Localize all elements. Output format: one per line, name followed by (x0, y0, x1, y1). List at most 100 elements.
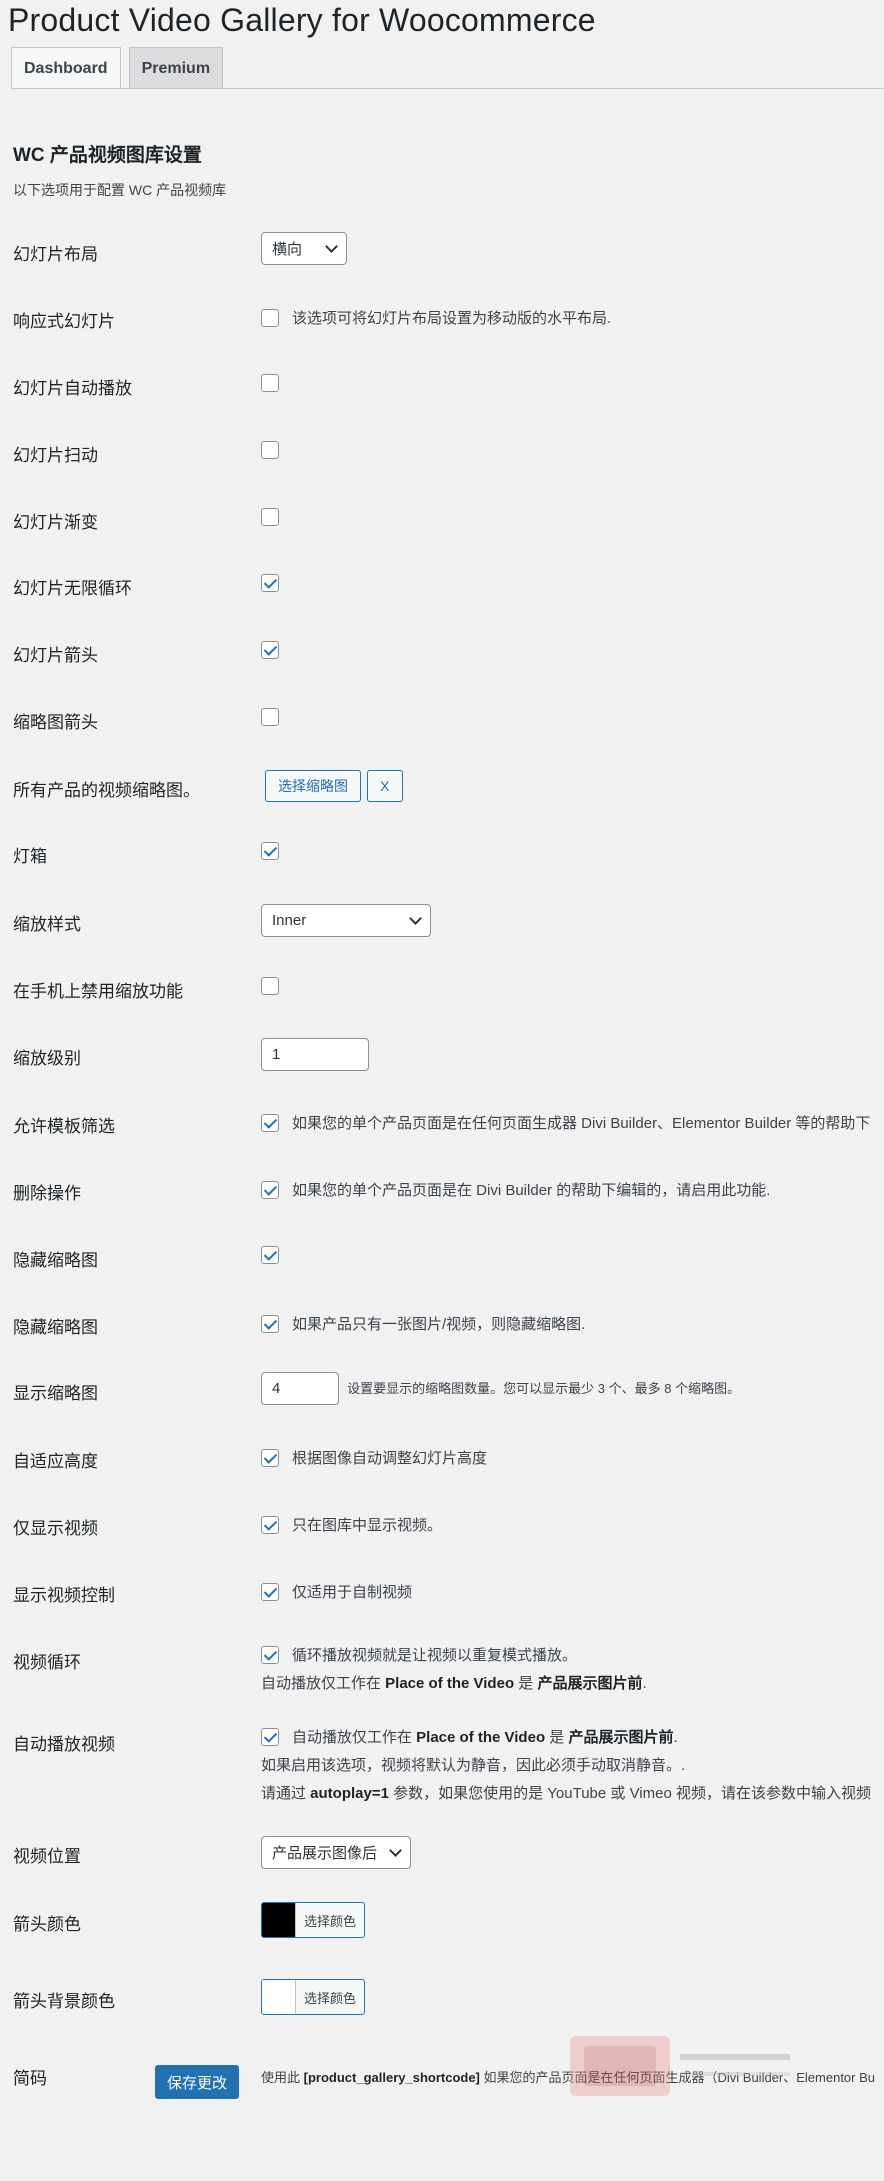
label-template-filter: 允许模板筛选 (13, 1117, 115, 1136)
note-text: 请通过 (261, 1785, 311, 1802)
chevron-down-icon (325, 239, 338, 253)
template-filter-checkbox[interactable] (261, 1113, 279, 1132)
desc-bold: 产品展示图片前 (568, 1729, 674, 1746)
label-remove-action: 删除操作 (13, 1184, 81, 1203)
label-slider-layout: 幻灯片布局 (13, 245, 98, 264)
label-video-loop: 视频循环 (13, 1653, 81, 1672)
note-text: 是 (514, 1675, 538, 1692)
note-text: 自动播放仅工作在 (261, 1675, 386, 1692)
label-thumb-arrows: 缩略图箭头 (13, 713, 98, 732)
desc-bold: Place of the Video (416, 1729, 546, 1746)
video-autoplay-checkbox[interactable] (261, 1727, 279, 1746)
label-responsive-slider: 响应式幻灯片 (13, 312, 115, 331)
video-loop-desc: 循环播放视频就是让视频以重复模式播放。 (292, 1647, 578, 1664)
label-slider-swipe: 幻灯片扫动 (13, 446, 98, 465)
slider-fade-checkbox[interactable] (261, 508, 279, 527)
note-bold: Place of the Video (385, 1675, 515, 1692)
tab-dashboard[interactable]: Dashboard (11, 47, 121, 89)
zoom-style-select[interactable]: Inner (261, 904, 431, 937)
arrow-color-button[interactable]: 选择颜色 (261, 1902, 366, 1938)
watermark-logo (570, 2036, 790, 2096)
responsive-slider-desc: 该选项可将幻灯片布局设置为移动版的水平布局. (292, 310, 612, 327)
chevron-down-icon (409, 911, 422, 925)
shortcode-text: 使用此 (261, 2070, 304, 2085)
video-only-checkbox[interactable] (261, 1515, 279, 1534)
label-video-thumbnail: 所有产品的视频缩略图。 (13, 781, 200, 800)
thumb-arrows-checkbox[interactable] (261, 708, 279, 727)
desc-text: 是 (545, 1729, 569, 1746)
clear-thumbnail-button[interactable]: X (367, 770, 403, 802)
lightbox-checkbox[interactable] (261, 842, 279, 861)
slider-autoplay-checkbox[interactable] (261, 374, 279, 393)
label-arrow-bg-color: 箭头背景颜色 (13, 1992, 115, 2011)
arrow-bg-color-swatch (262, 1980, 296, 2014)
slider-infinite-checkbox[interactable] (261, 574, 279, 593)
remove-action-desc: 如果您的单个产品页面是在 Divi Builder 的帮助下编辑的，请启用此功能… (292, 1182, 771, 1199)
slider-layout-value: 横向 (272, 241, 303, 258)
choose-thumbnail-button[interactable]: 选择缩略图 (265, 770, 361, 802)
zoom-style-value: Inner (272, 912, 307, 929)
label-show-thumbs: 显示缩略图 (13, 1384, 98, 1403)
slider-swipe-checkbox[interactable] (261, 441, 279, 460)
video-loop-checkbox[interactable] (261, 1645, 279, 1664)
hide-thumbs-single-desc: 如果产品只有一张图片/视频，则隐藏缩略图. (292, 1316, 586, 1333)
page-title: Product Video Gallery for Woocommerce (8, 2, 596, 38)
adaptive-height-checkbox[interactable] (261, 1448, 279, 1467)
arrow-color-label: 选择颜色 (304, 1913, 357, 1929)
video-position-select[interactable]: 产品展示图像后 (261, 1836, 411, 1869)
label-slider-arrows: 幻灯片箭头 (13, 646, 98, 665)
desc-text: . (673, 1729, 678, 1746)
video-loop-note: 自动播放仅工作在 Place of the Video 是 产品展示图片前. (261, 1672, 647, 1693)
arrow-bg-color-button[interactable]: 选择颜色 (261, 1979, 366, 2015)
template-filter-desc: 如果您的单个产品页面是在任何页面生成器 Divi Builder、Element… (292, 1115, 871, 1132)
shortcode-code: [product_gallery_shortcode] (303, 2070, 480, 2085)
label-video-only: 仅显示视频 (13, 1519, 98, 1538)
label-video-autoplay: 自动播放视频 (13, 1735, 115, 1754)
label-video-position: 视频位置 (13, 1847, 81, 1866)
adaptive-height-desc: 根据图像自动调整幻灯片高度 (292, 1450, 488, 1467)
label-slider-autoplay: 幻灯片自动播放 (13, 379, 132, 398)
note-text: . (642, 1675, 647, 1692)
zoom-level-input[interactable]: 1 (261, 1038, 369, 1071)
note-text: 参数，如果您使用的是 YouTube 或 Vimeo 视频，请在该参数中输入视频 (388, 1785, 871, 1802)
label-shortcode: 简码 (13, 2069, 47, 2088)
tabs-divider (11, 88, 884, 89)
disable-zoom-mobile-checkbox[interactable] (261, 977, 279, 996)
show-thumbs-input[interactable]: 4 (261, 1372, 339, 1405)
label-lightbox: 灯箱 (13, 847, 47, 866)
section-title: WC 产品视频图库设置 (13, 145, 202, 166)
arrow-bg-color-label: 选择颜色 (304, 1990, 357, 2006)
video-only-desc: 只在图库中显示视频。 (292, 1517, 443, 1534)
video-controls-checkbox[interactable] (261, 1582, 279, 1601)
hide-thumbs-checkbox[interactable] (261, 1246, 279, 1265)
video-autoplay-param-note: 请通过 autoplay=1 参数，如果您使用的是 YouTube 或 Vime… (261, 1782, 871, 1803)
hide-thumbs-single-checkbox[interactable] (261, 1314, 279, 1333)
chevron-down-icon (389, 1843, 402, 1857)
responsive-slider-checkbox[interactable] (261, 308, 279, 327)
slider-layout-select[interactable]: 横向 (261, 232, 347, 265)
label-adaptive-height: 自适应高度 (13, 1452, 98, 1471)
note-bold: 产品展示图片前 (537, 1675, 643, 1692)
save-changes-button[interactable]: 保存更改 (155, 2065, 239, 2099)
nav-tabs: Dashboard Premium (11, 47, 224, 89)
label-hide-thumbs: 隐藏缩略图 (13, 1251, 98, 1270)
label-slider-fade: 幻灯片渐变 (13, 513, 98, 532)
video-autoplay-desc: 自动播放仅工作在 Place of the Video 是 产品展示图片前. (292, 1729, 678, 1746)
label-slider-infinite: 幻灯片无限循环 (13, 579, 132, 598)
slider-arrows-checkbox[interactable] (261, 641, 279, 660)
section-description: 以下选项用于配置 WC 产品视频库 (13, 182, 227, 198)
arrow-color-swatch (262, 1903, 296, 1937)
label-arrow-color: 箭头颜色 (13, 1915, 81, 1934)
video-autoplay-note: 如果启用该选项，视频将默认为静音，因此必须手动取消静音。. (261, 1757, 686, 1774)
note-bold: autoplay=1 (310, 1785, 389, 1802)
remove-action-checkbox[interactable] (261, 1180, 279, 1199)
label-zoom-style: 缩放样式 (13, 915, 81, 934)
label-disable-zoom-mobile: 在手机上禁用缩放功能 (13, 982, 183, 1001)
label-video-controls: 显示视频控制 (13, 1586, 115, 1605)
show-thumbs-desc: 设置要显示的缩略图数量。您可以显示最少 3 个、最多 8 个缩略图。 (347, 1381, 741, 1396)
label-hide-thumbs-single: 隐藏缩略图 (13, 1318, 98, 1337)
video-position-value: 产品展示图像后 (272, 1845, 378, 1862)
label-zoom-level: 缩放级别 (13, 1049, 81, 1068)
tab-premium[interactable]: Premium (128, 47, 224, 89)
desc-text: 自动播放仅工作在 (292, 1729, 417, 1746)
